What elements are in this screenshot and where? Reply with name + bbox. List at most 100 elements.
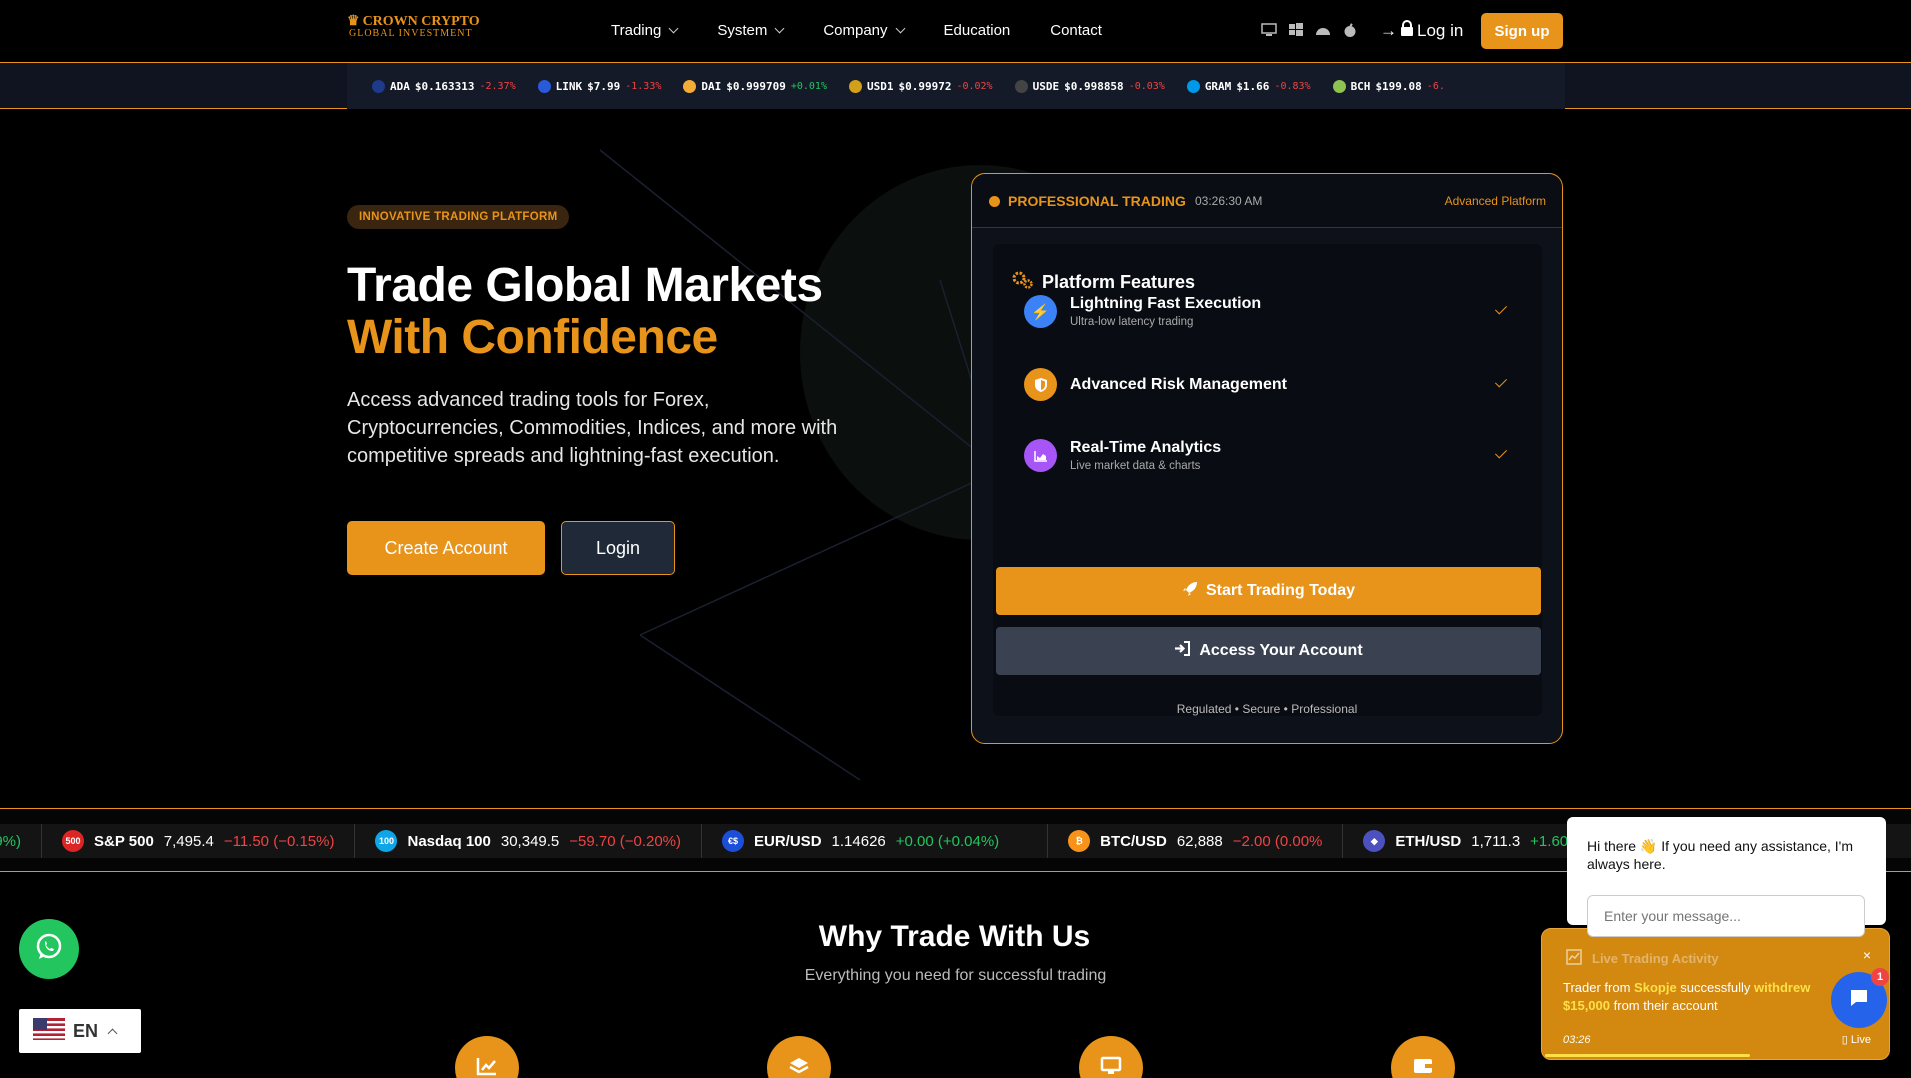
nav-system[interactable]: System [717,22,785,39]
nav-contact[interactable]: Contact [1050,22,1102,39]
market-ticker-item[interactable]: 500 S&P 500 7,495.4 −11.50 (−0.15%) [42,824,356,858]
start-trading-label: Start Trading Today [1205,582,1356,599]
desktop-icon[interactable] [1260,22,1277,37]
close-icon[interactable]: × [1863,947,1871,963]
why-title-text: Why Trade With Us [818,920,1091,953]
market-ticker-item[interactable]: €$ EUR/USD 1.14626 +0.00 (+0.04%) [702,824,1049,858]
market-change: +0.00 (+0.04%) [895,832,1000,850]
chevron-down-icon [774,23,785,34]
market-value: 62,888 [1176,832,1223,850]
coin-symbol: BCH [1350,79,1371,93]
feature-title: Lightning Fast Execution [1070,295,1262,312]
crypto-ticker-item[interactable]: DAI $0.999709 +0.01% [683,79,827,93]
activity-progress-bar [1545,1054,1750,1057]
access-account-button[interactable]: Access Your Account [996,627,1541,675]
coin-symbol: LINK [555,79,583,93]
coin-symbol: DAI [701,79,722,93]
feature-subtitle: Live market data & charts [1070,460,1201,472]
coin-price: $0.99972 [898,79,952,93]
logo[interactable]: ♛ CROWN CRYPTO GLOBAL INVESTMENT [347,14,480,40]
start-trading-button[interactable]: Start Trading Today [996,567,1541,615]
activity-title: Live Trading Activity [1592,951,1719,966]
market-icon: 500 [62,830,85,852]
hero-badge: INNOVATIVE TRADING PLATFORM [347,205,570,229]
wallet-icon [1391,1036,1455,1078]
language-label: EN [73,1020,99,1041]
panel-platform-label: Advanced Platform [1444,194,1546,208]
hero-description: Access advanced trading tools for Forex,… [347,389,838,467]
coin-change: -0.83% [1274,80,1311,92]
whatsapp-button[interactable] [19,919,79,979]
coin-icon [1014,79,1028,93]
windows-icon[interactable] [1287,22,1304,37]
feature-lightning: ⚡ Lightning Fast Execution Ultra-low lat… [1024,287,1529,337]
language-selector[interactable]: EN [19,1009,141,1053]
nav-label: System [717,22,768,39]
top-header: ♛ CROWN CRYPTO GLOBAL INVESTMENT Trading … [0,0,1911,63]
crypto-ticker-item[interactable]: ADA $0.163313 -2.37% [372,79,516,93]
logo-line2: GLOBAL INVESTMENT [349,28,473,39]
crypto-ticker-item[interactable]: USDE $0.998858 -0.03% [1014,79,1165,93]
live-indicator: ▯ Live [1842,1033,1871,1046]
coin-icon [537,79,551,93]
chart-icon [1024,439,1057,472]
signup-button[interactable]: Sign up [1481,13,1563,49]
nav-label: Trading [611,22,662,39]
coin-change: -2.37% [479,80,516,92]
market-change: −11.50 (−0.15%) [223,832,335,850]
hero-login-button[interactable]: Login [561,521,675,575]
create-account-button[interactable]: Create Account [347,521,545,575]
status-dot-icon [989,196,1000,207]
activity-message: Trader from Skopje successfully withdrew… [1563,979,1833,1015]
market-ticker-item[interactable]: 09%) [0,824,43,858]
crypto-ticker-item[interactable]: USD1 $0.99972 -0.02% [848,79,993,93]
activity-city: Skopje [1634,980,1677,995]
activity-action: withdrew [1754,980,1811,995]
panel-footer: Regulated • Secure • Professional [1176,702,1358,716]
market-name: BTC/USD [1100,832,1167,850]
chevron-down-icon [668,23,679,34]
coin-change: +0.01% [790,80,827,92]
check-icon [1494,446,1508,459]
feature-subtitle: Ultra-low latency trading [1070,316,1194,328]
chat-greeting: Hi there 👋 If you need any assistance, I… [1587,838,1854,872]
nav-trading[interactable]: Trading [611,22,679,39]
crypto-ticker-item[interactable]: GRAM $1.66 -0.83% [1186,79,1311,93]
market-icon: ◆ [1363,830,1386,852]
nav-company[interactable]: Company [823,22,905,39]
activity-icon [1566,949,1582,970]
feature-title: Real-Time Analytics [1070,439,1222,456]
nav-education[interactable]: Education [944,22,1011,39]
crypto-ticker-item[interactable]: LINK $7.99 -1.33% [537,79,661,93]
page: ♛ CROWN CRYPTO GLOBAL INVESTMENT Trading … [0,0,1911,1078]
login-arrow-icon: → [1380,20,1397,40]
apple-icon[interactable] [1341,22,1358,37]
market-name: ETH/USD [1395,832,1462,850]
crypto-ticker-item[interactable]: BCH $199.08 -6. [1332,79,1445,93]
nav-label: Education [943,22,1011,39]
market-value: 1,711.3 [1471,832,1521,850]
shield-icon [1024,368,1057,401]
nav-label: Company [823,22,888,39]
market-change: −59.70 (−0.20%) [569,832,682,850]
market-icon: 100 [375,830,398,852]
coin-price: $199.08 [1375,79,1422,93]
chart-line-icon [455,1036,519,1078]
chat-message-input[interactable] [1587,895,1865,937]
market-ticker-item[interactable]: ₿ BTC/USD 62,888 −2.00 (0.00% [1048,824,1344,858]
market-name: Nasdaq 100 [407,832,491,850]
login-link[interactable]: → Log in [1380,20,1463,41]
coin-symbol: ADA [390,79,410,93]
coin-change: -0.02% [956,80,993,92]
android-icon[interactable] [1314,22,1331,37]
market-ticker-item[interactable]: 100 Nasdaq 100 30,349.5 −59.70 (−0.20%) [355,824,703,858]
crown-icon: ♛ [347,14,360,29]
nav-label: Contact [1050,22,1102,39]
bolt-icon: ⚡ [1024,295,1057,328]
panel-header: PROFESSIONAL TRADING 03:26:30 AM Advance… [972,174,1562,228]
coin-price: $0.163313 [414,79,475,93]
market-name: EUR/USD [754,832,822,850]
chevron-down-icon [895,23,905,34]
crypto-ticker: ADA $0.163313 -2.37% LINK $7.99 -1.33% DAI $0.9… [0,63,1911,109]
feature-title: Advanced Risk Management [1070,376,1287,393]
